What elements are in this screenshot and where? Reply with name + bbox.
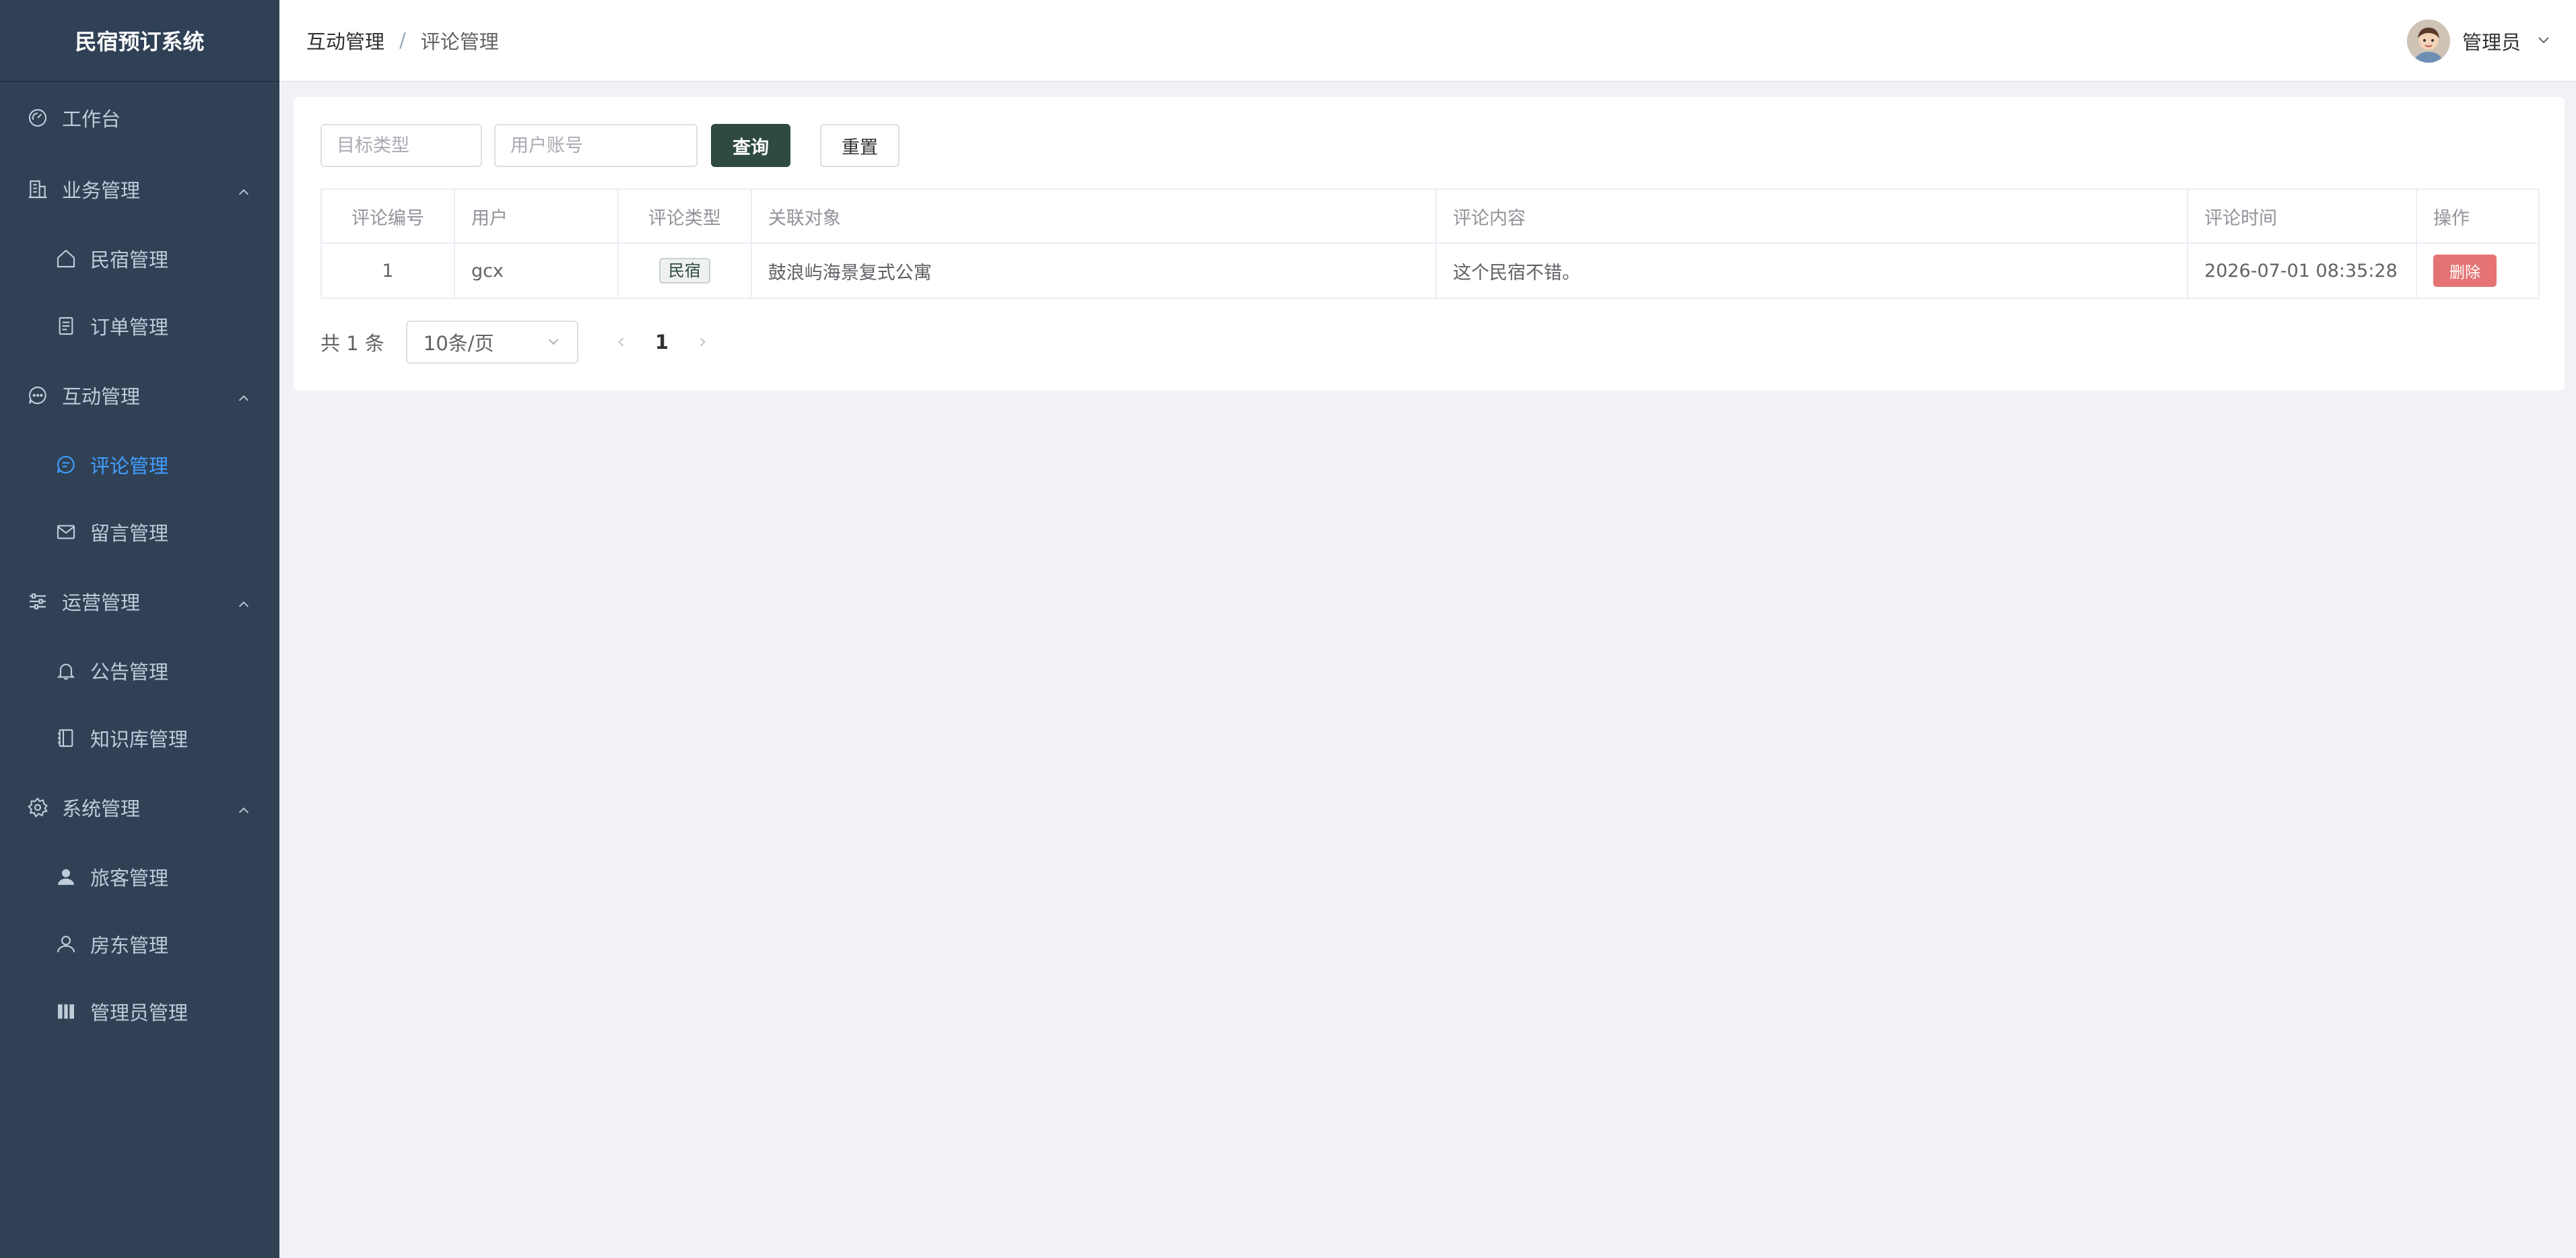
type-tag: 民宿: [658, 258, 710, 284]
sidebar-item-orders[interactable]: 订单管理: [0, 292, 279, 360]
user-filled-icon: [55, 866, 77, 888]
sidebar-item-label: 留言管理: [90, 522, 169, 545]
breadcrumb-current: 评论管理: [420, 30, 499, 53]
sidebar-item-comments[interactable]: 评论管理: [0, 431, 279, 498]
comment-table: 评论编号 用户 评论类型 关联对象 评论内容 评论时间 操作 1 gcx 民宿 …: [320, 189, 2540, 299]
column-header-user: 用户: [453, 189, 619, 244]
page-number-current[interactable]: 1: [655, 331, 669, 354]
avatar[interactable]: [2406, 20, 2450, 63]
sidebar-item-landlords[interactable]: 房东管理: [0, 911, 279, 978]
chevron-down-icon: [546, 331, 561, 354]
sidebar-item-announcements[interactable]: 公告管理: [0, 637, 279, 704]
sidebar-item-administrators[interactable]: 管理员管理: [0, 978, 279, 1045]
chevron-up-icon: [236, 182, 251, 197]
notebook-icon: [55, 727, 77, 749]
next-page-icon[interactable]: [686, 326, 718, 358]
cell-content: 这个民宿不错。: [1435, 242, 2189, 299]
cell-target: 鼓浪屿海景复式公寓: [750, 242, 1437, 299]
pagination: 共 1 条 10条/页 1: [320, 321, 718, 364]
sidebar-item-workbench[interactable]: 工作台: [0, 82, 279, 154]
column-header-type: 评论类型: [617, 189, 752, 244]
sidebar-item-label: 旅客管理: [90, 867, 169, 890]
gear-icon: [27, 797, 48, 818]
user-icon: [55, 933, 77, 955]
total-count: 共 1 条: [320, 332, 384, 355]
sidebar-item-label: 系统管理: [62, 797, 141, 820]
query-button[interactable]: 查询: [711, 124, 790, 167]
user-account-input[interactable]: [494, 124, 698, 167]
sidebar-item-homestay[interactable]: 民宿管理: [0, 225, 279, 292]
sidebar-item-label: 互动管理: [62, 385, 141, 408]
cell-id: 1: [320, 242, 455, 299]
column-header-content: 评论内容: [1435, 189, 2189, 244]
reset-button[interactable]: 重置: [820, 124, 900, 167]
sidebar-item-label: 公告管理: [90, 661, 169, 684]
chevron-down-icon[interactable]: [2536, 32, 2552, 51]
sidebar-item-messages[interactable]: 留言管理: [0, 498, 279, 566]
top-header: 互动管理 / 评论管理 管理员: [279, 0, 2576, 82]
column-header-action: 操作: [2416, 189, 2540, 244]
dashboard-icon: [27, 107, 48, 129]
cell-user: gcx: [453, 242, 619, 299]
document-icon: [55, 315, 77, 337]
breadcrumb-parent[interactable]: 互动管理: [306, 26, 384, 55]
breadcrumb-separator: /: [399, 29, 406, 52]
sidebar-item-label: 业务管理: [62, 179, 141, 202]
user-name[interactable]: 管理员: [2462, 27, 2521, 55]
cell-type: 民宿: [617, 242, 752, 299]
breadcrumb: 互动管理 / 评论管理: [306, 26, 499, 55]
building-icon: [27, 178, 48, 200]
sliders-icon: [27, 591, 48, 612]
sidebar: 民宿预订系统 工作台 业务管理 民宿管理 订单管理 互动管理 评论管理 留言管理…: [0, 0, 279, 1258]
target-type-input[interactable]: [320, 124, 482, 167]
sidebar-item-interaction[interactable]: 互动管理: [0, 360, 279, 431]
cell-action: 删除: [2416, 242, 2540, 299]
column-header-id: 评论编号: [320, 189, 455, 244]
page-size-value: 10条/页: [423, 332, 494, 355]
chevron-up-icon: [236, 800, 251, 815]
sidebar-item-label: 运营管理: [62, 591, 141, 614]
management-icon: [55, 1001, 77, 1022]
comment-list-card: 查询 重置 评论编号 用户 评论类型 关联对象 评论内容 评论时间 操作 1 g…: [294, 97, 2565, 391]
sidebar-item-travelers[interactable]: 旅客管理: [0, 843, 279, 911]
home-icon: [55, 248, 77, 269]
sidebar-item-label: 知识库管理: [90, 728, 189, 751]
table-row: 1 gcx 民宿 鼓浪屿海景复式公寓 这个民宿不错。 2026-07-01 08…: [320, 242, 2540, 299]
cell-time: 2026-07-01 08:35:28: [2187, 242, 2417, 299]
chat-dots-icon: [27, 385, 48, 406]
prev-page-icon[interactable]: [605, 326, 638, 358]
sidebar-item-business[interactable]: 业务管理: [0, 154, 279, 225]
message-icon: [55, 521, 77, 543]
comment-icon: [55, 454, 77, 475]
table-header-row: 评论编号 用户 评论类型 关联对象 评论内容 评论时间 操作: [320, 189, 2540, 244]
chevron-up-icon: [236, 594, 251, 609]
sidebar-item-label: 房东管理: [90, 934, 169, 957]
sidebar-item-label: 评论管理: [90, 455, 169, 477]
filter-bar: 查询 重置: [320, 124, 900, 167]
sidebar-item-label: 订单管理: [90, 316, 169, 339]
sidebar-item-label: 管理员管理: [90, 1001, 189, 1024]
sidebar-item-knowledge-base[interactable]: 知识库管理: [0, 704, 279, 772]
sidebar-item-operations[interactable]: 运营管理: [0, 566, 279, 637]
delete-button[interactable]: 删除: [2433, 255, 2497, 287]
chevron-up-icon: [236, 388, 251, 403]
page-size-select[interactable]: 10条/页: [405, 321, 578, 364]
user-dropdown[interactable]: 管理员: [2406, 19, 2552, 63]
app-title: 民宿预订系统: [0, 0, 279, 82]
sidebar-item-system[interactable]: 系统管理: [0, 772, 279, 843]
sidebar-item-label: 民宿管理: [90, 249, 169, 271]
sidebar-item-label: 工作台: [62, 108, 121, 131]
column-header-time: 评论时间: [2187, 189, 2417, 244]
bell-icon: [55, 660, 77, 682]
column-header-target: 关联对象: [750, 189, 1437, 244]
